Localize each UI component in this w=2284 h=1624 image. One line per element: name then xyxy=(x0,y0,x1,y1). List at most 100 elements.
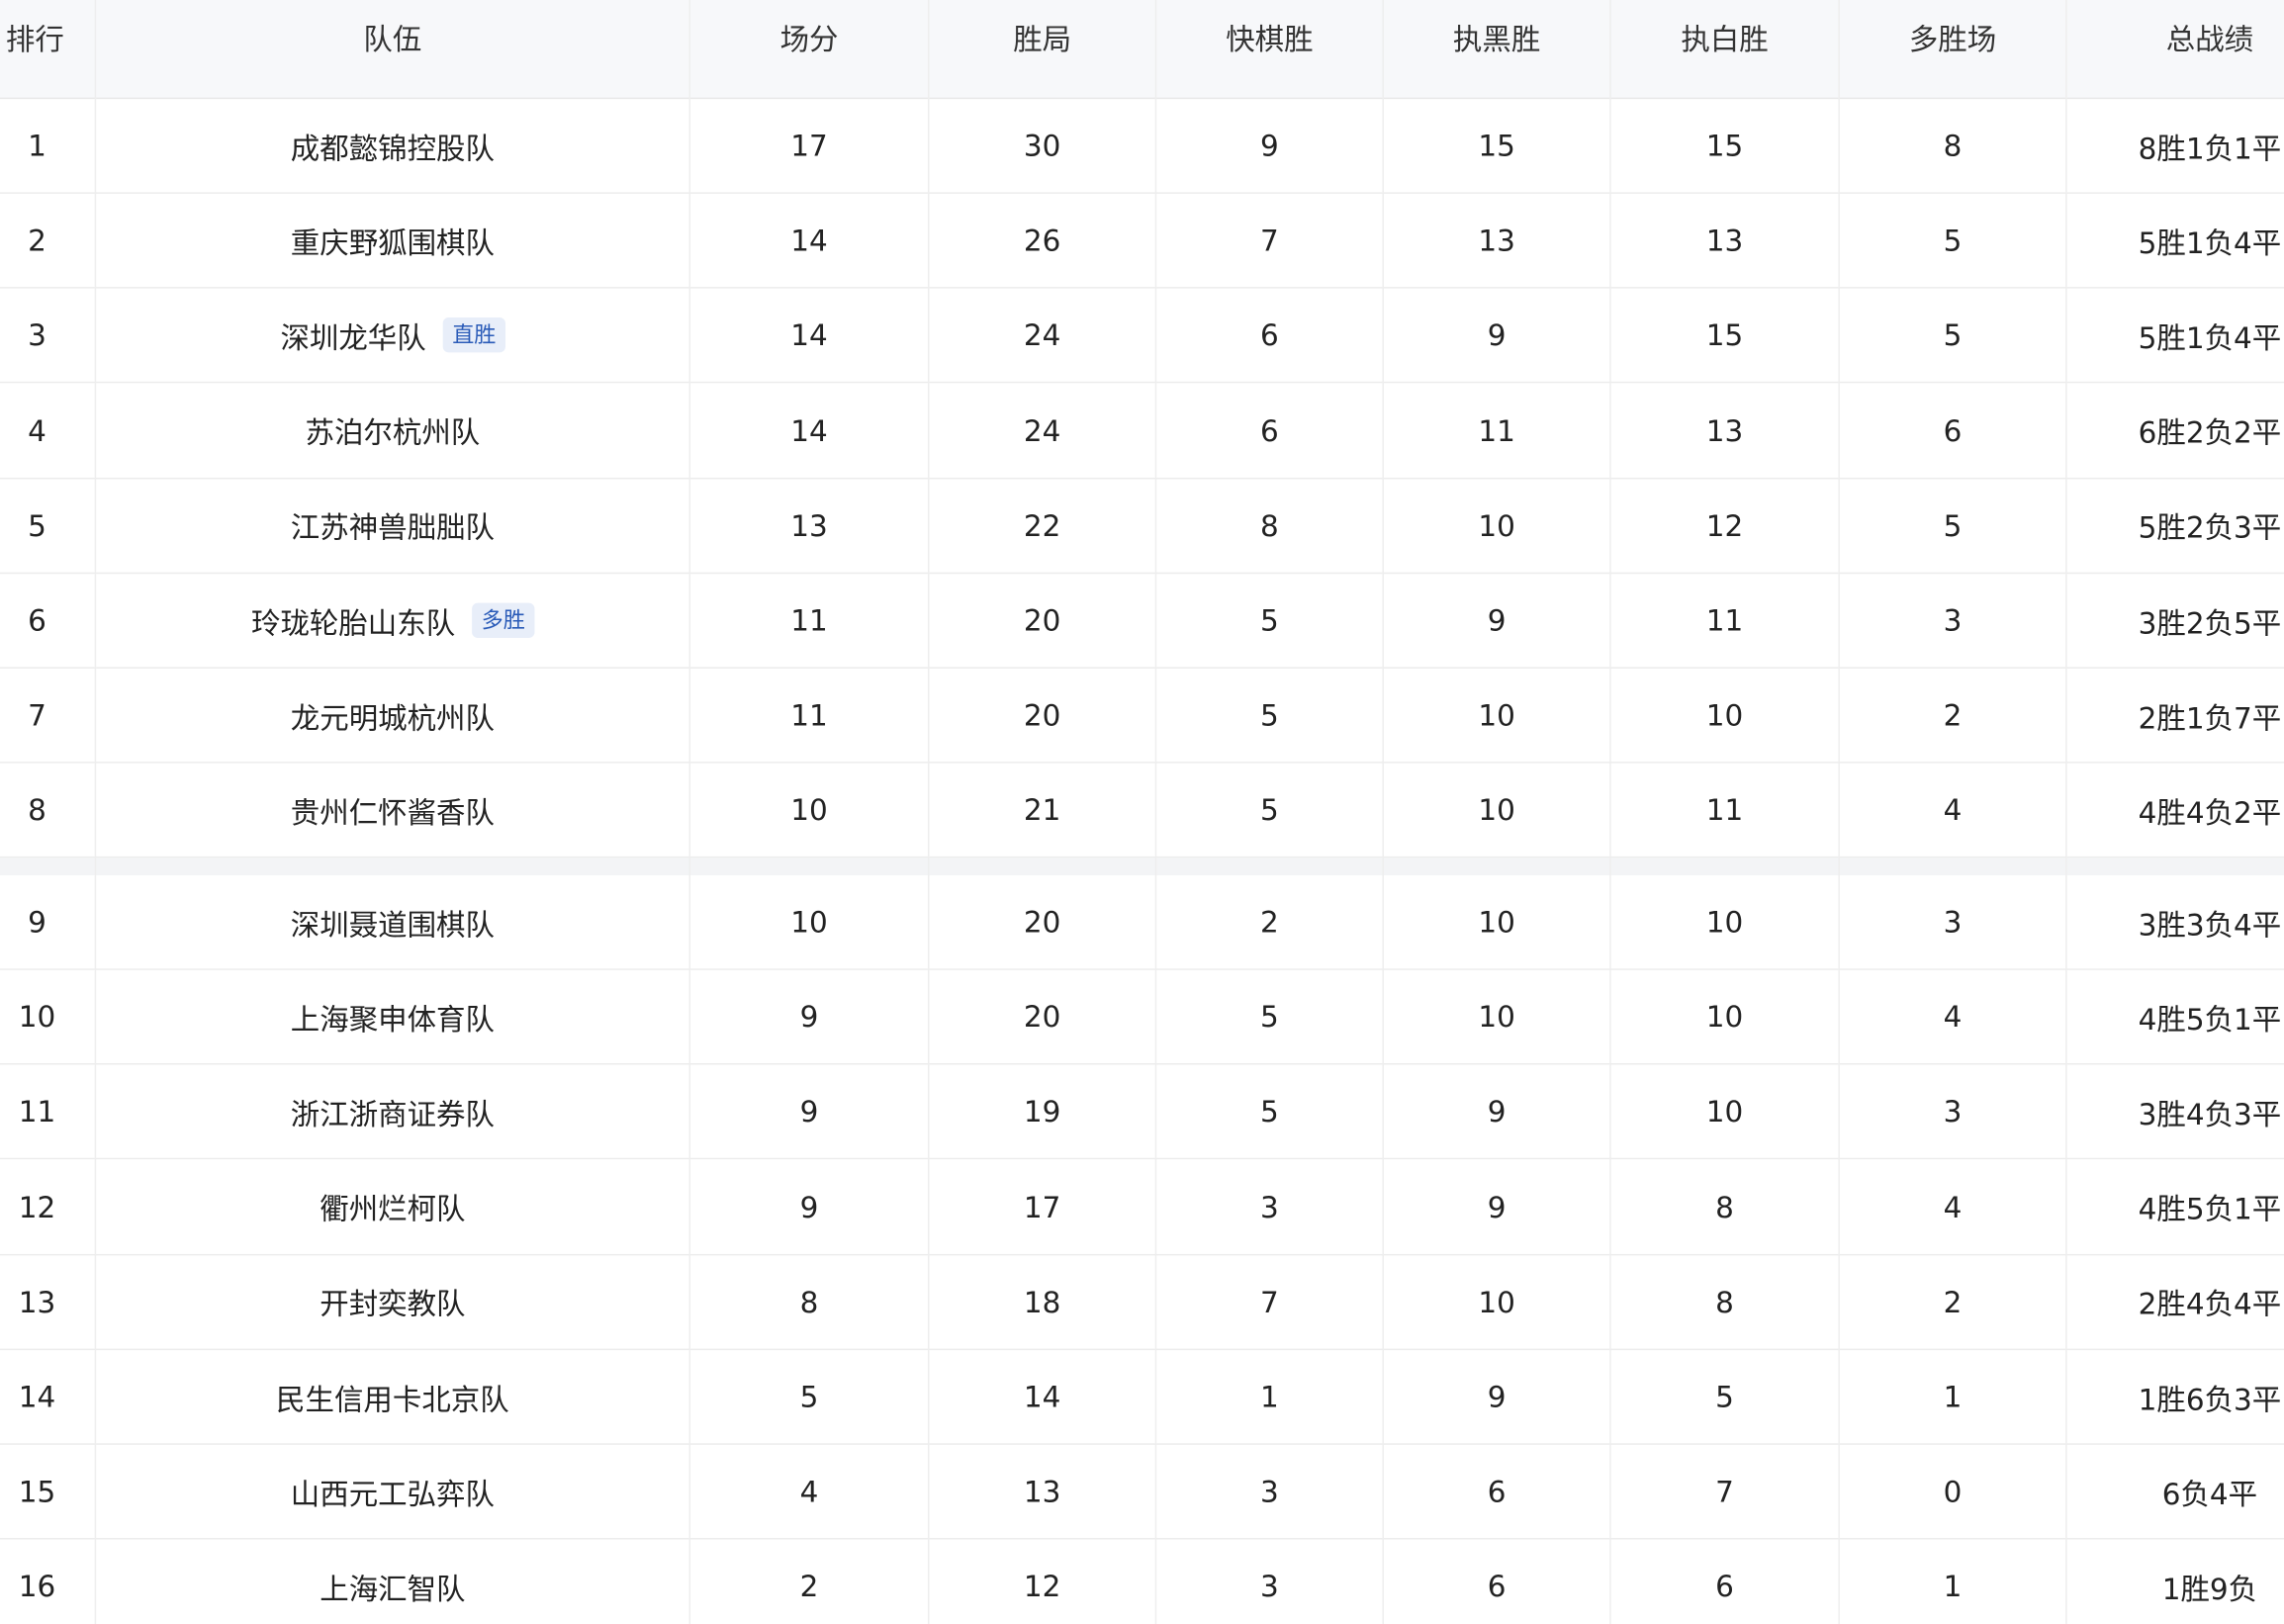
cell-wins-text: 14 xyxy=(1023,1379,1061,1414)
header-team[interactable]: 队伍 xyxy=(96,0,688,98)
table-row[interactable]: 10 上海聚申体育队 9 20 5 10 10 4 4胜5负1平 xyxy=(0,970,2284,1065)
cell-team-text: 深圳聂道围棋队 xyxy=(290,906,495,943)
cell-points-text: 10 xyxy=(790,904,828,940)
cell-white-wins: 10 xyxy=(1611,1065,1839,1158)
cell-record: 5胜1负4平 xyxy=(2067,194,2284,287)
cell-record: 4胜4负2平 xyxy=(2067,764,2284,857)
cell-points-text: 13 xyxy=(790,507,828,543)
cell-multi-win-matches: 3 xyxy=(1840,574,2065,667)
cell-multi-win-matches-text: 4 xyxy=(1943,999,1963,1035)
header-record[interactable]: 总战绩 xyxy=(2067,0,2284,98)
cell-points-text: 9 xyxy=(799,1189,819,1224)
cell-wins: 20 xyxy=(930,875,1155,968)
header-wins[interactable]: 胜局 xyxy=(930,0,1155,98)
cell-points: 14 xyxy=(690,289,928,382)
cell-multi-win-matches-text: 0 xyxy=(1943,1474,1963,1509)
cell-rapid-wins-text: 5 xyxy=(1259,697,1279,733)
cell-team: 上海聚申体育队 xyxy=(96,970,688,1063)
table-row[interactable]: 11 浙江浙商证券队 9 19 5 9 10 3 3胜4负3平 xyxy=(0,1065,2284,1160)
cell-rapid-wins: 9 xyxy=(1156,99,1382,192)
table-header: 排行 队伍 场分 胜局 快棋胜 执黑胜 执白胜 多胜场 总战绩 xyxy=(0,0,2284,100)
cell-rank: 1 xyxy=(0,99,74,192)
cell-black-wins-text: 10 xyxy=(1478,507,1515,543)
cell-team-text: 开封奕教队 xyxy=(320,1286,466,1322)
cell-white-wins-text: 11 xyxy=(1705,792,1744,829)
cell-multi-win-matches: 3 xyxy=(1840,875,2065,968)
header-white-wins[interactable]: 执白胜 xyxy=(1611,0,1839,98)
cell-rank-text: 15 xyxy=(18,1474,56,1509)
table-row[interactable]: 4 苏泊尔杭州队 14 24 6 11 13 6 6胜2负2平 xyxy=(0,384,2284,479)
cell-rank-text: 14 xyxy=(18,1379,56,1414)
table-row[interactable]: 7 龙元明城杭州队 11 20 5 10 10 2 2胜1负7平 xyxy=(0,669,2284,764)
cell-multi-win-matches: 1 xyxy=(1840,1540,2065,1624)
cell-white-wins-text: 5 xyxy=(1715,1379,1734,1414)
cell-white-wins: 10 xyxy=(1611,970,1839,1063)
table-row[interactable]: 16 上海汇智队 2 12 3 6 6 1 1胜9负 xyxy=(0,1540,2284,1624)
table-row[interactable]: 15 山西元工弘弈队 4 13 3 6 7 0 6负4平 xyxy=(0,1445,2284,1540)
cell-black-wins-text: 9 xyxy=(1487,1094,1507,1129)
cell-points-text: 8 xyxy=(799,1284,819,1319)
cell-record-text: 3胜3负4平 xyxy=(2138,906,2282,943)
cell-multi-win-matches-text: 1 xyxy=(1943,1569,1963,1604)
table-row[interactable]: 3 深圳龙华队 直胜 14 24 6 9 15 5 5胜1负4平 xyxy=(0,289,2284,384)
table-row[interactable]: 12 衢州烂柯队 9 17 3 9 8 4 4胜5负1平 xyxy=(0,1160,2284,1255)
cell-wins: 18 xyxy=(930,1255,1155,1348)
cell-multi-win-matches: 2 xyxy=(1840,1255,2065,1348)
cell-multi-win-matches-text: 4 xyxy=(1943,1189,1963,1224)
cell-points: 5 xyxy=(690,1350,928,1443)
cell-multi-win-matches: 4 xyxy=(1840,764,2065,857)
cell-wins-text: 21 xyxy=(1023,792,1061,829)
cell-record-text: 6负4平 xyxy=(2161,1476,2258,1512)
cell-wins: 26 xyxy=(930,194,1155,287)
cell-rapid-wins-text: 9 xyxy=(1259,128,1279,163)
table-row[interactable]: 5 江苏神兽朏朏队 13 22 8 10 12 5 5胜2负3平 xyxy=(0,479,2284,574)
cell-multi-win-matches-text: 3 xyxy=(1943,1094,1963,1129)
cell-rapid-wins-text: 7 xyxy=(1259,223,1279,258)
table-row[interactable]: 1 成都懿锦控股队 17 30 9 15 15 8 8胜1负1平 xyxy=(0,99,2284,194)
cell-multi-win-matches-text: 2 xyxy=(1943,697,1963,733)
cell-black-wins-text: 9 xyxy=(1487,1189,1507,1224)
cell-team: 苏泊尔杭州队 xyxy=(96,384,688,477)
cell-white-wins-text: 6 xyxy=(1715,1569,1734,1604)
cell-wins-text: 22 xyxy=(1023,507,1061,543)
cell-team-text: 山西元工弘弈队 xyxy=(290,1476,495,1512)
cell-white-wins: 10 xyxy=(1611,669,1839,762)
cell-multi-win-matches-text: 4 xyxy=(1943,792,1963,829)
playoff-divider xyxy=(0,857,2284,876)
cell-points-text: 4 xyxy=(799,1474,819,1509)
cell-rank: 4 xyxy=(0,384,74,477)
cell-team: 衢州烂柯队 xyxy=(96,1160,688,1253)
cell-team-text: 龙元明城杭州队 xyxy=(290,699,495,736)
header-multi-win-matches[interactable]: 多胜场 xyxy=(1840,0,2065,98)
cell-record-text: 5胜1负4平 xyxy=(2138,319,2282,356)
cell-black-wins: 9 xyxy=(1384,1160,1609,1253)
cell-team-text: 上海聚申体育队 xyxy=(290,1001,495,1038)
cell-rank-text: 10 xyxy=(18,999,56,1035)
cell-rapid-wins: 1 xyxy=(1156,1350,1382,1443)
cell-record-text: 5胜2负3平 xyxy=(2138,509,2282,546)
header-black-wins[interactable]: 执黑胜 xyxy=(1384,0,1609,98)
cell-points: 9 xyxy=(690,970,928,1063)
header-points[interactable]: 场分 xyxy=(690,0,928,98)
table-row[interactable]: 6 玲珑轮胎山东队 多胜 11 20 5 9 11 3 3胜2负5平 xyxy=(0,574,2284,669)
header-rank[interactable]: 排行 xyxy=(0,0,74,98)
cell-record: 1胜9负 xyxy=(2067,1540,2284,1624)
cell-multi-win-matches: 2 xyxy=(1840,669,2065,762)
table-row[interactable]: 13 开封奕教队 8 18 7 10 8 2 2胜4负4平 xyxy=(0,1255,2284,1350)
cell-white-wins: 11 xyxy=(1611,764,1839,857)
standings-table: 排行 队伍 场分 胜局 快棋胜 执黑胜 执白胜 多胜场 总战绩 1 成都懿锦控股队… xyxy=(0,0,2284,1624)
cell-rapid-wins: 2 xyxy=(1156,875,1382,968)
cell-wins-text: 20 xyxy=(1023,697,1061,733)
header-rapid-wins[interactable]: 快棋胜 xyxy=(1156,0,1382,98)
cell-wins: 30 xyxy=(930,99,1155,192)
cell-rank-text: 2 xyxy=(28,223,46,258)
table-row[interactable]: 9 深圳聂道围棋队 10 20 2 10 10 3 3胜3负4平 xyxy=(0,875,2284,970)
cell-multi-win-matches-text: 3 xyxy=(1943,602,1963,638)
cell-rank: 3 xyxy=(0,289,74,382)
table-row[interactable]: 14 民生信用卡北京队 5 14 1 9 5 1 1胜6负3平 xyxy=(0,1350,2284,1445)
cell-rapid-wins-text: 5 xyxy=(1259,1094,1279,1129)
cell-multi-win-matches-text: 3 xyxy=(1943,904,1963,940)
table-row[interactable]: 8 贵州仁怀酱香队 10 21 5 10 11 4 4胜4负2平 xyxy=(0,764,2284,858)
cell-record: 6负4平 xyxy=(2067,1445,2284,1538)
table-row[interactable]: 2 重庆野狐围棋队 14 26 7 13 13 5 5胜1负4平 xyxy=(0,194,2284,289)
